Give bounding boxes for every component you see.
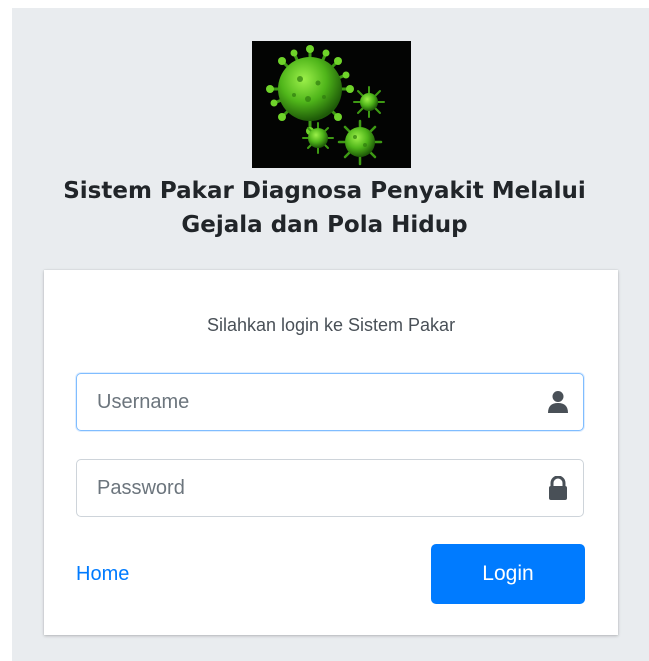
title-line-2: Gejala dan Pola Hidup bbox=[181, 212, 468, 238]
login-message: Silahkan login ke Sistem Pakar bbox=[206, 315, 456, 335]
password-input[interactable] bbox=[77, 460, 517, 516]
username-input[interactable] bbox=[77, 374, 517, 430]
username-field-group bbox=[76, 373, 584, 431]
virus-logo bbox=[252, 41, 411, 168]
title-line-1: Sistem Pakar Diagnosa Penyakit Melalui bbox=[63, 178, 586, 204]
home-link[interactable]: Home bbox=[76, 562, 129, 586]
user-icon bbox=[547, 390, 569, 414]
page-title: Sistem Pakar Diagnosa Penyakit Melalui G… bbox=[0, 174, 649, 242]
login-button[interactable]: Login bbox=[431, 544, 585, 604]
login-card: Silahkan login ke Sistem Pakar Home Logi… bbox=[44, 270, 618, 635]
lock-icon bbox=[547, 475, 569, 500]
password-field-group bbox=[76, 459, 584, 517]
